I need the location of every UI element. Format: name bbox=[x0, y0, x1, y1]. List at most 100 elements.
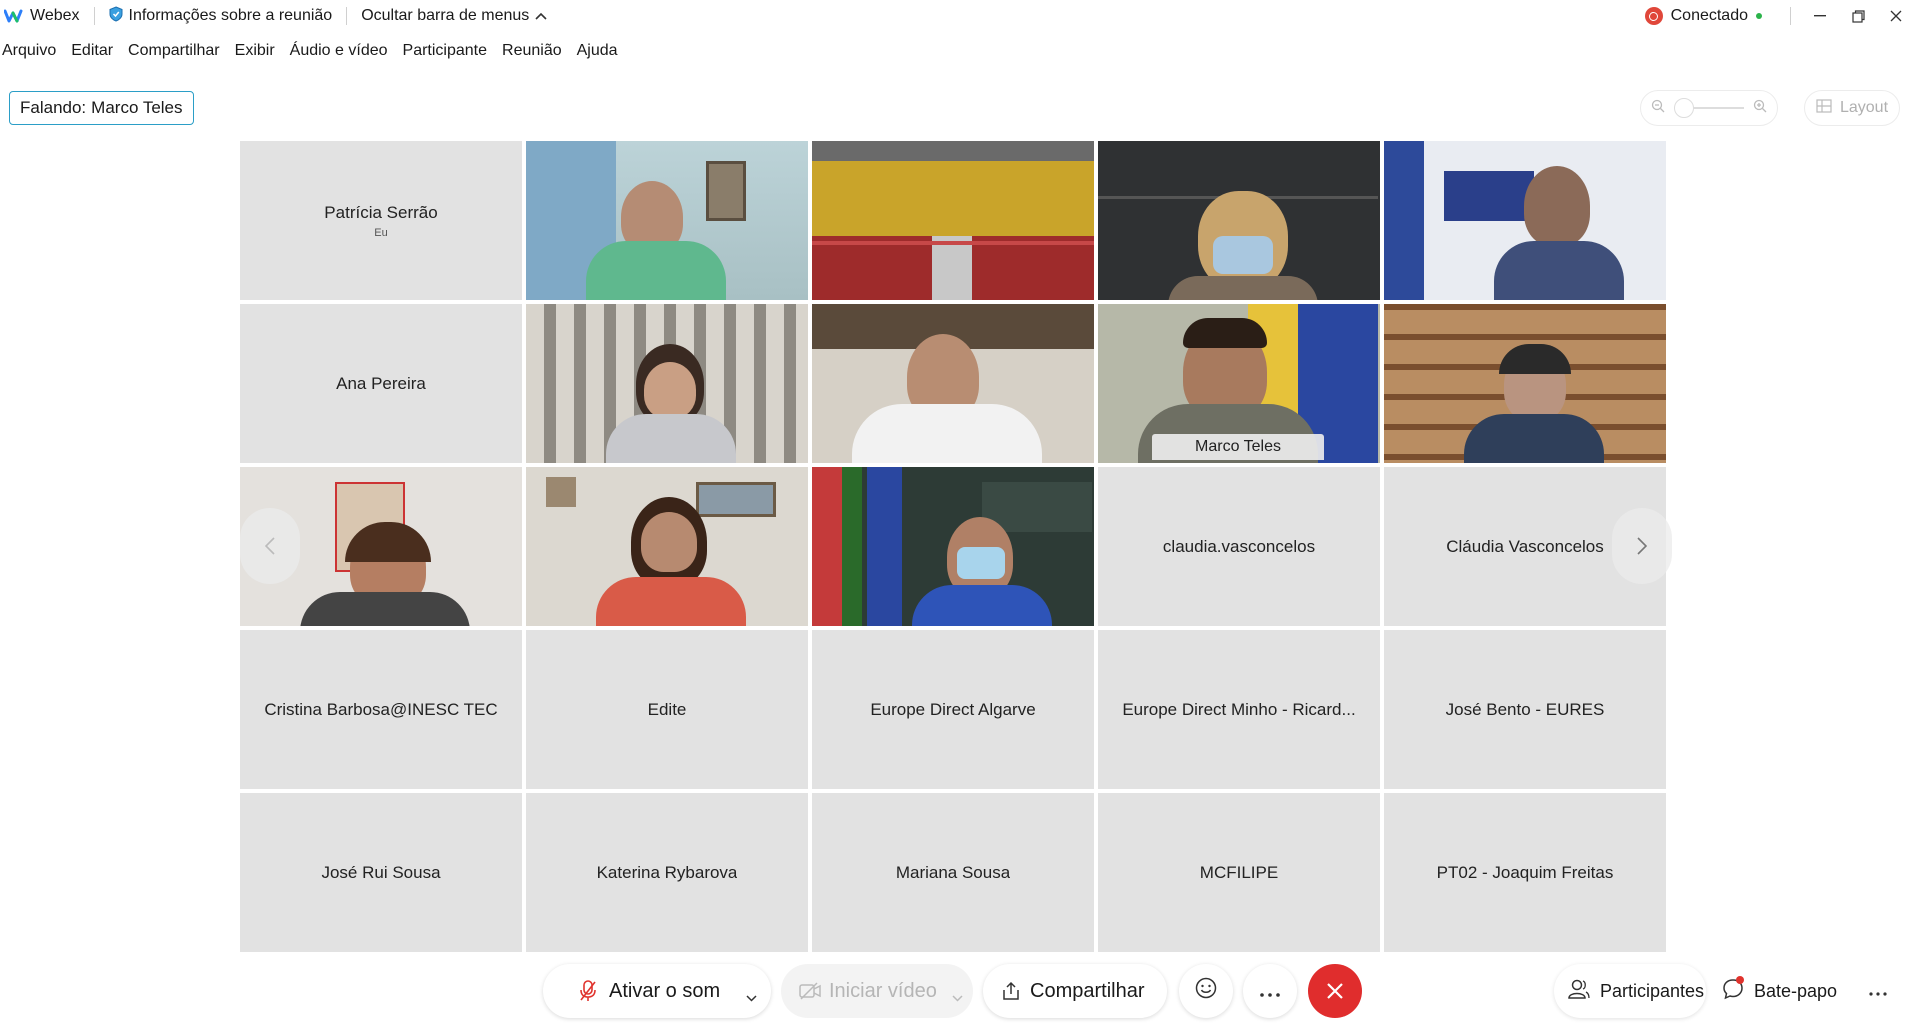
unmute-label: Ativar o som bbox=[609, 979, 721, 1002]
layout-button[interactable]: Layout bbox=[1804, 90, 1900, 126]
active-speaker-nameplate: Marco Teles bbox=[1152, 434, 1324, 460]
minimize-button[interactable] bbox=[1801, 0, 1839, 32]
divider bbox=[1790, 7, 1791, 25]
hide-menu-label: Ocultar barra de menus bbox=[361, 7, 530, 24]
menu-audio-video[interactable]: Áudio e vídeo bbox=[290, 42, 388, 64]
participant-name: PT02 - Joaquim Freitas bbox=[1436, 862, 1614, 882]
meeting-info-button[interactable]: Informações sobre a reunião bbox=[109, 5, 333, 27]
participant-tile[interactable]: Edite bbox=[526, 630, 808, 789]
participant-tile[interactable]: PT02 - Joaquim Freitas bbox=[1384, 793, 1666, 952]
zoom-out-icon[interactable] bbox=[1651, 99, 1665, 117]
unmute-button[interactable]: Ativar o som bbox=[543, 964, 771, 1018]
participant-tile[interactable]: José Rui Sousa bbox=[240, 793, 522, 952]
connection-status[interactable]: Conectado bbox=[1644, 7, 1762, 25]
participant-tile[interactable]: Europe Direct Algarve bbox=[812, 630, 1094, 789]
restore-button[interactable] bbox=[1839, 0, 1877, 32]
participant-video-tile[interactable] bbox=[812, 141, 1094, 300]
zoom-slider[interactable] bbox=[1674, 98, 1744, 118]
grid-layout-icon bbox=[1816, 98, 1832, 118]
participant-video-tile[interactable] bbox=[526, 467, 808, 626]
participant-video-tile[interactable] bbox=[1384, 141, 1666, 300]
participant-tile[interactable]: Patrícia Serrão Eu bbox=[240, 141, 522, 300]
close-window-button[interactable] bbox=[1877, 0, 1915, 32]
share-button[interactable]: Compartilhar bbox=[983, 964, 1167, 1018]
participant-name: Europe Direct Minho - Ricard... bbox=[1122, 699, 1356, 719]
recording-icon bbox=[1644, 7, 1663, 25]
menu-arquivo[interactable]: Arquivo bbox=[2, 42, 56, 64]
more-dots-icon bbox=[1868, 981, 1888, 1002]
reactions-button[interactable] bbox=[1179, 964, 1233, 1018]
participant-name: Patrícia Serrão bbox=[324, 202, 438, 222]
participant-name: José Rui Sousa bbox=[321, 862, 441, 882]
participant-video-tile[interactable] bbox=[812, 467, 1094, 626]
app-logo: Webex bbox=[3, 7, 80, 25]
chevron-down-icon[interactable] bbox=[746, 985, 757, 1008]
chat-bubble-icon bbox=[1722, 975, 1744, 1005]
participant-name: Katerina Rybarova bbox=[596, 862, 738, 882]
participant-tile[interactable]: claudia.vasconcelos bbox=[1098, 467, 1380, 626]
participant-tile[interactable]: Katerina Rybarova bbox=[526, 793, 808, 952]
active-speaker-badge: Falando: Marco Teles bbox=[9, 91, 194, 125]
chevron-down-icon[interactable] bbox=[952, 985, 963, 1008]
microphone-muted-icon bbox=[579, 979, 597, 1009]
participant-name: Cristina Barbosa@INESC TEC bbox=[264, 699, 498, 719]
meeting-controls-bar: Ativar o som Iniciar vídeo Compartilhar bbox=[0, 960, 1915, 1023]
next-page-button[interactable] bbox=[1612, 508, 1672, 584]
speaking-label: Falando: bbox=[20, 98, 87, 117]
participant-video-tile[interactable] bbox=[1098, 141, 1380, 300]
participant-grid: Patrícia Serrão Eu Ana Pereira Marco Tel… bbox=[240, 141, 1669, 952]
layout-label: Layout bbox=[1839, 99, 1889, 116]
menu-reuniao[interactable]: Reunião bbox=[502, 42, 562, 64]
menu-participante[interactable]: Participante bbox=[403, 42, 488, 64]
participant-video-tile[interactable] bbox=[526, 304, 808, 463]
participant-tile[interactable]: Europe Direct Minho - Ricard... bbox=[1098, 630, 1380, 789]
smiley-icon bbox=[1195, 977, 1217, 1005]
menu-editar[interactable]: Editar bbox=[71, 42, 113, 64]
participant-video-tile[interactable] bbox=[526, 141, 808, 300]
participant-name: Edite bbox=[647, 699, 687, 719]
leave-meeting-button[interactable] bbox=[1308, 964, 1362, 1018]
participant-name: Ana Pereira bbox=[336, 373, 426, 393]
chat-button[interactable]: Bate-papo bbox=[1712, 964, 1838, 1018]
close-icon bbox=[1326, 976, 1344, 1007]
menu-exibir[interactable]: Exibir bbox=[235, 42, 275, 64]
more-panels-button[interactable] bbox=[1858, 964, 1898, 1018]
chat-label: Bate-papo bbox=[1754, 980, 1838, 1001]
shield-icon bbox=[109, 5, 123, 27]
participant-name: Mariana Sousa bbox=[895, 862, 1011, 882]
participant-video-tile[interactable] bbox=[1384, 304, 1666, 463]
participant-video-tile-active-speaker[interactable]: Marco Teles bbox=[1098, 304, 1380, 463]
hide-menu-bar-button[interactable]: Ocultar barra de menus bbox=[361, 7, 547, 25]
participant-name: Marco Teles bbox=[1195, 438, 1281, 455]
menu-compartilhar[interactable]: Compartilhar bbox=[128, 42, 220, 64]
participant-tile[interactable]: Cristina Barbosa@INESC TEC bbox=[240, 630, 522, 789]
participant-name: Europe Direct Algarve bbox=[870, 699, 1036, 719]
start-video-label: Iniciar vídeo bbox=[829, 979, 937, 1002]
participant-tile[interactable]: MCFILIPE bbox=[1098, 793, 1380, 952]
connection-status-label: Conectado bbox=[1670, 7, 1748, 24]
app-name: Webex bbox=[30, 7, 80, 24]
participants-button[interactable]: Participantes bbox=[1554, 964, 1706, 1018]
participant-tile[interactable]: Ana Pereira bbox=[240, 304, 522, 463]
webex-logo-icon bbox=[3, 9, 24, 23]
chevron-left-icon bbox=[264, 531, 275, 562]
camera-off-icon bbox=[799, 981, 821, 1007]
participant-tile[interactable]: José Bento - EURES bbox=[1384, 630, 1666, 789]
chevron-right-icon bbox=[1637, 531, 1648, 562]
share-icon bbox=[1001, 981, 1021, 1007]
participants-icon bbox=[1568, 978, 1590, 1005]
start-video-button[interactable]: Iniciar vídeo bbox=[781, 964, 973, 1018]
menu-ajuda[interactable]: Ajuda bbox=[577, 42, 618, 64]
participant-tile[interactable]: Mariana Sousa bbox=[812, 793, 1094, 952]
participant-video-tile[interactable] bbox=[812, 304, 1094, 463]
share-label: Compartilhar bbox=[1030, 979, 1145, 1002]
zoom-in-icon[interactable] bbox=[1753, 99, 1767, 117]
zoom-slider-handle[interactable] bbox=[1674, 98, 1694, 118]
participant-name: José Bento - EURES bbox=[1445, 699, 1605, 719]
unread-badge bbox=[1736, 975, 1744, 984]
previous-page-button[interactable] bbox=[240, 508, 300, 584]
divider bbox=[346, 7, 348, 25]
meeting-info-label: Informações sobre a reunião bbox=[128, 7, 333, 24]
more-options-button[interactable] bbox=[1243, 964, 1297, 1018]
participants-label: Participantes bbox=[1600, 980, 1705, 1001]
